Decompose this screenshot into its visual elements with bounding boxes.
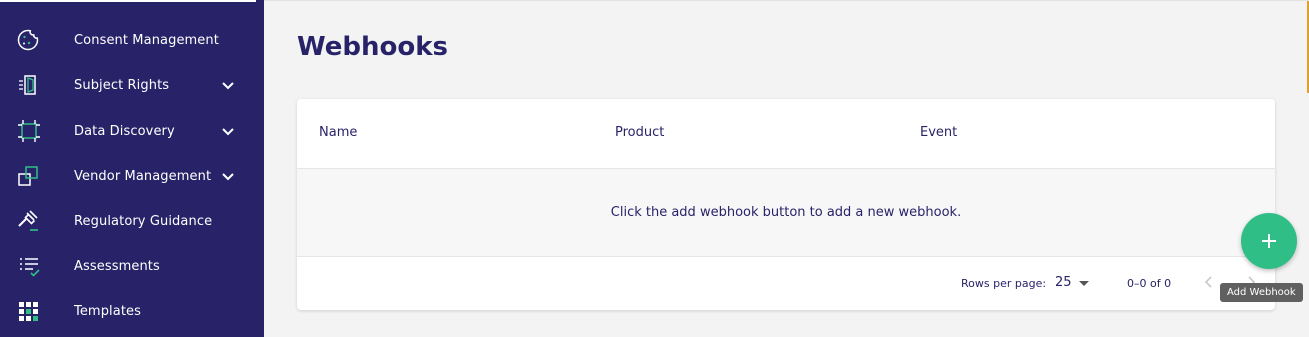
table-header-row: Name Product Event [297, 99, 1275, 169]
main-content: Webhooks Name Product Event Click the ad… [264, 0, 1309, 337]
sidebar-item-label: Consent Management [74, 32, 219, 48]
chevron-down-icon[interactable] [220, 78, 236, 92]
chevron-down-icon[interactable] [220, 169, 236, 183]
grid-icon [16, 299, 42, 323]
chevron-left-icon[interactable] [1201, 274, 1217, 290]
sidebar-item-label: Regulatory Guidance [74, 213, 213, 229]
checklist-icon [16, 254, 42, 278]
sidebar-item-label: Data Discovery [74, 123, 175, 139]
add-webhook-button[interactable] [1241, 213, 1297, 269]
sidebar-item-subject-rights[interactable]: Subject Rights [0, 67, 264, 103]
dropdown-caret-icon[interactable] [1079, 281, 1089, 286]
table-pagination: Rows per page: 25 0–0 of 0 [297, 257, 1275, 310]
column-header-name[interactable]: Name [319, 125, 357, 140]
sidebar-item-label: Vendor Management [74, 168, 212, 184]
sidebar: Consent Management Subject Rights Data D… [0, 0, 264, 337]
overlapping-squares-icon [16, 164, 42, 188]
sidebar-item-templates[interactable]: Templates [0, 293, 264, 329]
sidebar-item-data-discovery[interactable]: Data Discovery [0, 113, 264, 149]
scan-frame-icon [16, 119, 42, 143]
plus-icon [1262, 234, 1276, 248]
page-title: Webhooks [297, 32, 448, 62]
sidebar-item-label: Subject Rights [74, 77, 170, 93]
sidebar-item-regulatory-guidance[interactable]: Regulatory Guidance [0, 203, 264, 239]
rows-per-page-select[interactable]: 25 [1055, 275, 1072, 290]
table-empty-row: Click the add webhook button to add a ne… [297, 169, 1275, 257]
sidebar-item-label: Assessments [74, 258, 160, 274]
rows-per-page-label: Rows per page: [961, 277, 1047, 290]
webhooks-table: Name Product Event Click the add webhook… [297, 99, 1275, 310]
sidebar-top-divider [0, 0, 256, 2]
sidebar-item-consent-management[interactable]: Consent Management [0, 22, 264, 58]
pagination-range: 0–0 of 0 [1127, 277, 1172, 290]
add-webhook-tooltip: Add Webhook [1220, 283, 1303, 302]
cookie-icon [16, 28, 42, 52]
sidebar-item-assessments[interactable]: Assessments [0, 248, 264, 284]
sidebar-item-vendor-management[interactable]: Vendor Management [0, 158, 264, 194]
door-icon [16, 73, 42, 97]
gavel-icon [16, 209, 42, 233]
sidebar-item-label: Templates [74, 303, 141, 319]
empty-state-message: Click the add webhook button to add a ne… [610, 205, 962, 220]
chevron-down-icon[interactable] [220, 124, 236, 138]
column-header-product[interactable]: Product [615, 125, 664, 140]
column-header-event[interactable]: Event [920, 125, 957, 140]
